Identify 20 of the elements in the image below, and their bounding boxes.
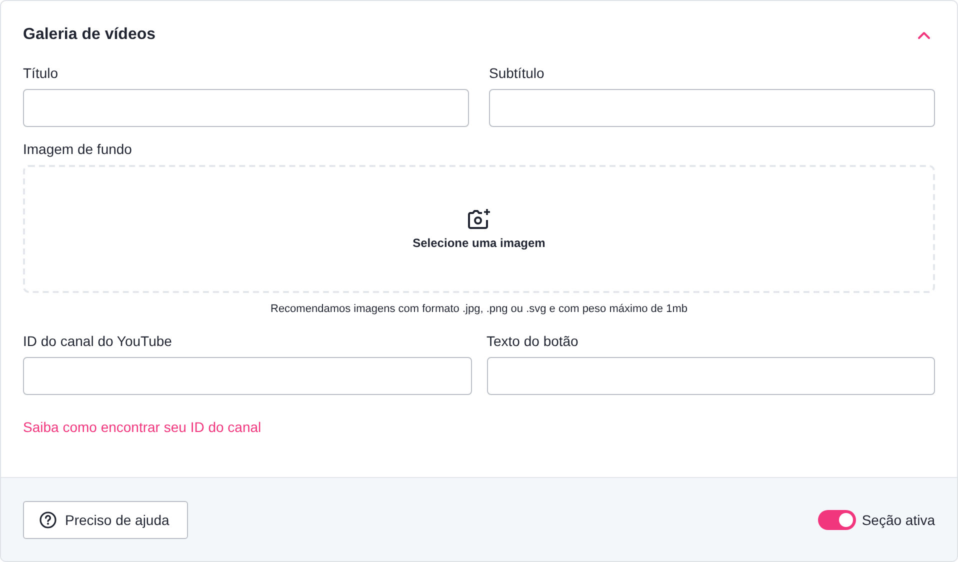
field-label: Título: [23, 65, 58, 81]
upload-hint: Recomendamos imagens com formato .jpg, .png ou .svg e com peso máximo de 1mb: [270, 303, 688, 315]
help-button[interactable]: Preciso de ajuda: [23, 500, 188, 538]
upload-area[interactable]: Selecione uma imagem: [23, 165, 935, 293]
field-label: Subtítulo: [489, 65, 544, 81]
toggle-switch[interactable]: [818, 510, 856, 530]
field-label: Texto do botão: [486, 333, 578, 349]
field-label: Imagem de fundo: [23, 141, 132, 157]
help-link[interactable]: Saiba como encontrar seu ID do canal: [23, 419, 262, 435]
field-label: ID do canal do YouTube: [23, 333, 172, 349]
input-field[interactable]: [489, 89, 935, 127]
input-field[interactable]: [486, 357, 935, 395]
input-field[interactable]: [23, 357, 472, 395]
chevron-icon[interactable]: [917, 30, 931, 40]
toggle-label: Seção ativa: [862, 512, 935, 528]
question-icon: [39, 510, 57, 528]
camera-add-icon: [467, 208, 491, 230]
section-title: Galeria de vídeos: [23, 26, 156, 44]
input-field[interactable]: [23, 89, 469, 127]
upload-prompt: Selecione uma imagem: [412, 236, 546, 250]
